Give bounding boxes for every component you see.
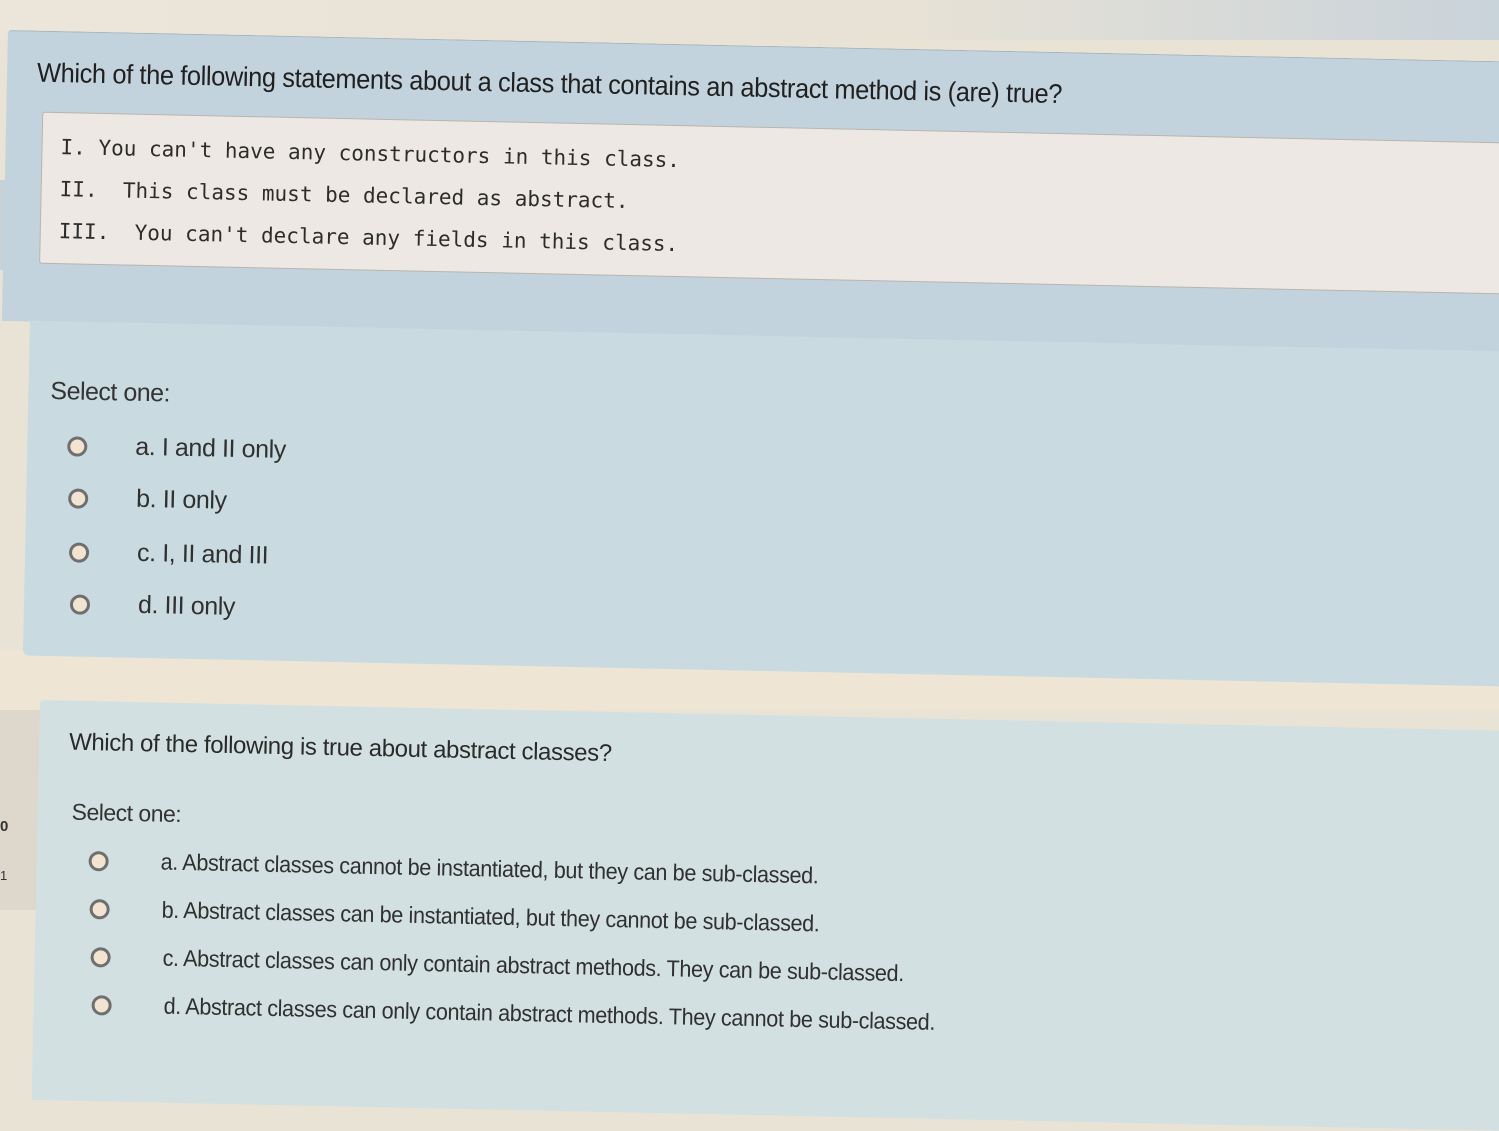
q1-option-b[interactable]: b. II only — [68, 483, 227, 515]
radio-button[interactable] — [67, 435, 88, 457]
sidebar-partial-text: 0 — [0, 818, 9, 835]
radio-button[interactable] — [89, 898, 110, 920]
sidebar-partial-text-2: 1 — [0, 868, 8, 883]
radio-button[interactable] — [88, 850, 109, 871]
q1-option-d-label: d. III only — [137, 590, 236, 621]
q1-option-c-label: c. I, II and III — [136, 538, 269, 570]
q2-option-c[interactable]: c. Abstract classes can only contain abs… — [90, 943, 951, 988]
radio-button[interactable] — [69, 593, 91, 615]
radio-button[interactable] — [68, 487, 89, 509]
q2-option-a[interactable]: a. Abstract classes cannot be instantiat… — [88, 847, 860, 890]
question-1-answer-area: Select one: a. I and II only b. II only … — [22, 320, 1499, 687]
q2-option-b-label: b. Abstract classes can be instantiated,… — [161, 896, 820, 937]
q1-option-a-label: a. I and II only — [135, 432, 287, 464]
q1-option-b-label: b. II only — [135, 484, 227, 515]
q1-option-c[interactable]: c. I, II and III — [68, 537, 269, 570]
question-1-header: Which of the following statements about … — [1, 30, 1499, 353]
question-2: Which of the following is true about abs… — [31, 700, 1499, 1131]
select-one-label: Select one: — [71, 798, 182, 827]
radio-button[interactable] — [90, 946, 111, 968]
radio-button[interactable] — [91, 994, 112, 1016]
q2-option-a-label: a. Abstract classes cannot be instantiat… — [160, 848, 819, 889]
question-1-prompt: Which of the following statements about … — [36, 57, 1063, 110]
statement-1: I. You can't have any constructors in th… — [60, 135, 681, 173]
question-2-prompt: Which of the following is true about abs… — [68, 728, 612, 767]
q2-option-d-label: d. Abstract classes can only contain abs… — [163, 992, 936, 1035]
q2-option-d[interactable]: d. Abstract classes can only contain abs… — [91, 991, 984, 1037]
question-1-statements-box: I. You can't have any constructors in th… — [39, 111, 1499, 295]
statement-2: II. This class must be declared as abstr… — [59, 177, 629, 214]
radio-button[interactable] — [68, 541, 90, 563]
q1-option-d[interactable]: d. III only — [69, 589, 236, 621]
select-one-label: Select one: — [50, 376, 171, 408]
q1-option-a[interactable]: a. I and II only — [67, 431, 286, 465]
statement-3: III. You can't declare any fields in thi… — [58, 219, 679, 257]
q2-option-c-label: c. Abstract classes can only contain abs… — [162, 944, 905, 987]
question-1: Which of the following statements about … — [0, 30, 1499, 687]
q2-option-b[interactable]: b. Abstract classes can be instantiated,… — [89, 895, 861, 938]
